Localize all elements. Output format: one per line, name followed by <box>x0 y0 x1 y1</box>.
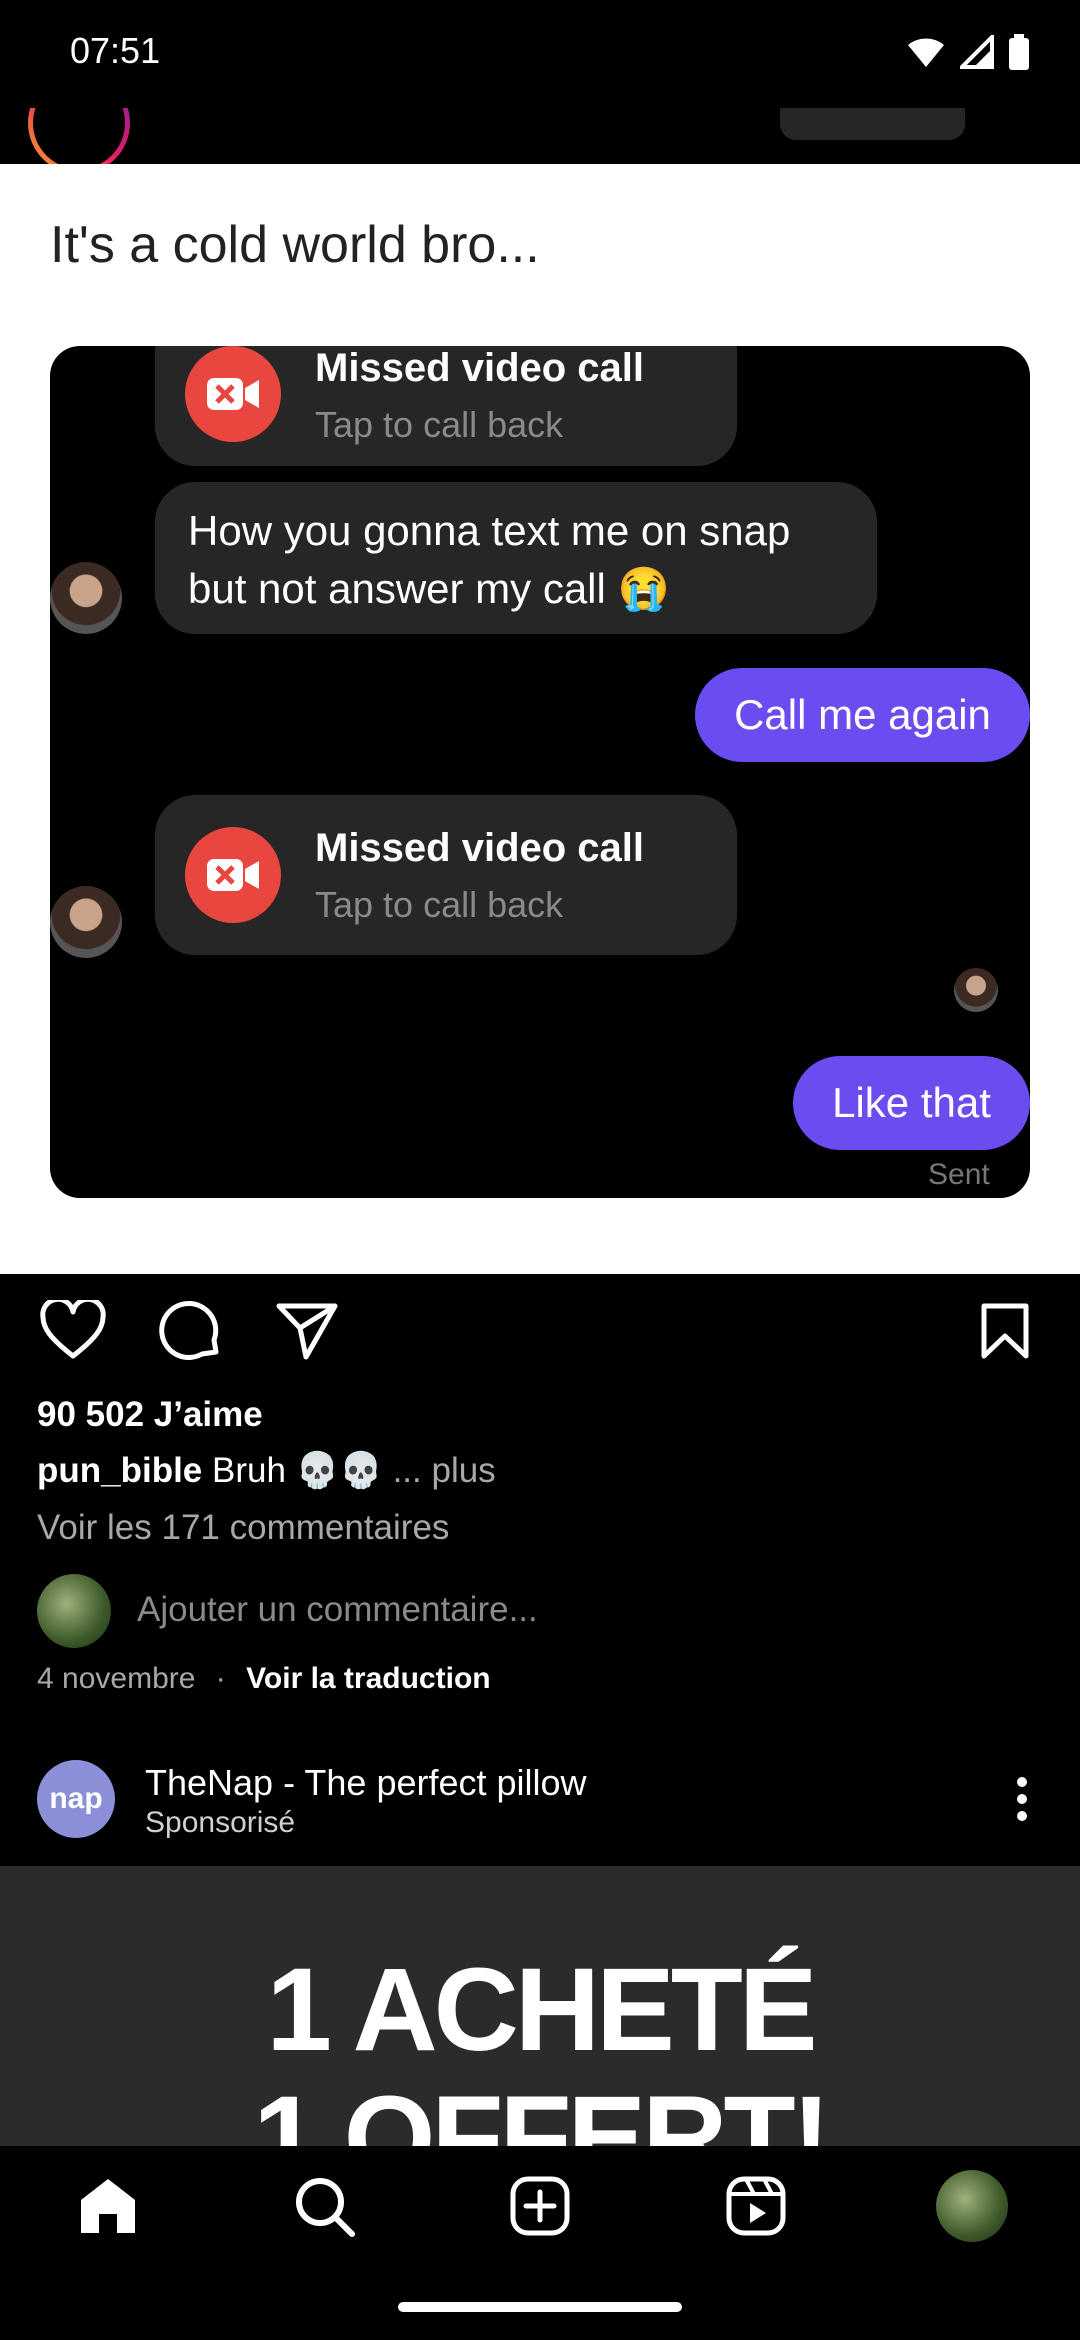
seen-avatar <box>954 968 998 1012</box>
post-author-avatar[interactable] <box>28 108 130 164</box>
sender-avatar <box>50 562 122 634</box>
heart-icon[interactable] <box>40 1300 106 1360</box>
post-date: 4 novembre <box>37 1662 196 1695</box>
send-icon[interactable] <box>276 1302 338 1360</box>
search-icon[interactable] <box>294 2176 356 2238</box>
add-comment-input[interactable]: Ajouter un commentaire... <box>137 1590 538 1630</box>
sent-message-bubble: Like that <box>793 1056 1030 1150</box>
likes-count[interactable]: 90 502 J’aime <box>37 1395 263 1435</box>
caption-author[interactable]: pun_bible <box>37 1451 202 1490</box>
post-meta: 4 novembre · Voir la traduction <box>37 1662 491 1696</box>
caption: pun_bible Bruh 💀💀 ... plus <box>37 1450 496 1491</box>
bookmark-icon[interactable] <box>980 1302 1030 1360</box>
add-post-icon[interactable] <box>510 2176 570 2236</box>
sponsored-label: Sponsorisé <box>145 1806 296 1839</box>
comment-icon[interactable] <box>158 1300 222 1364</box>
call-subtitle: Tap to call back <box>315 404 564 445</box>
more-options-icon[interactable] <box>1016 1776 1028 1822</box>
reels-icon[interactable] <box>726 2176 786 2236</box>
ad-image[interactable]: 1 ACHETÉ 1 OFFERT! <box>0 1866 1080 2146</box>
post-image-text: It's a cold world bro... <box>50 216 540 274</box>
missed-video-call-icon <box>185 827 281 923</box>
home-icon[interactable] <box>77 2176 139 2236</box>
call-title: Missed video call <box>315 346 645 390</box>
ad-headline-2: 1 OFFERT! <box>253 2072 831 2146</box>
follow-button[interactable] <box>780 108 965 140</box>
post-header <box>0 108 1080 164</box>
status-bar: 07:51 <box>0 0 1080 108</box>
sent-status: Sent <box>928 1158 990 1191</box>
battery-icon <box>1009 34 1029 70</box>
sponsor-avatar[interactable]: nap <box>37 1760 115 1838</box>
user-avatar <box>37 1574 111 1648</box>
caption-more[interactable]: ... plus <box>393 1451 496 1490</box>
view-comments-link[interactable]: Voir les 171 commentaires <box>37 1508 449 1548</box>
status-time: 07:51 <box>70 30 161 71</box>
message-line-2: but not answer my call 😭 <box>188 565 670 612</box>
meta-separator: · <box>215 1662 226 1695</box>
profile-avatar[interactable] <box>936 2170 1008 2242</box>
sent-message-bubble: Call me again <box>695 668 1030 762</box>
signal-icon <box>960 35 994 69</box>
call-subtitle: Tap to call back <box>315 884 564 925</box>
call-title: Missed video call <box>315 826 645 870</box>
sponsor-name[interactable]: TheNap - The perfect pillow <box>145 1762 587 1804</box>
sender-avatar <box>50 886 122 958</box>
translate-link[interactable]: Voir la traduction <box>246 1662 490 1695</box>
chat-screenshot: Missed video call Tap to call back How y… <box>50 346 1030 1198</box>
wifi-icon <box>908 38 944 67</box>
home-indicator[interactable] <box>398 2302 682 2312</box>
caption-text: Bruh 💀💀 <box>212 1451 383 1490</box>
missed-video-call-icon <box>185 346 281 442</box>
ad-headline-1: 1 ACHETÉ <box>266 1944 817 2076</box>
status-icons <box>906 34 1030 70</box>
message-line-1: How you gonna text me on snap <box>188 507 791 554</box>
